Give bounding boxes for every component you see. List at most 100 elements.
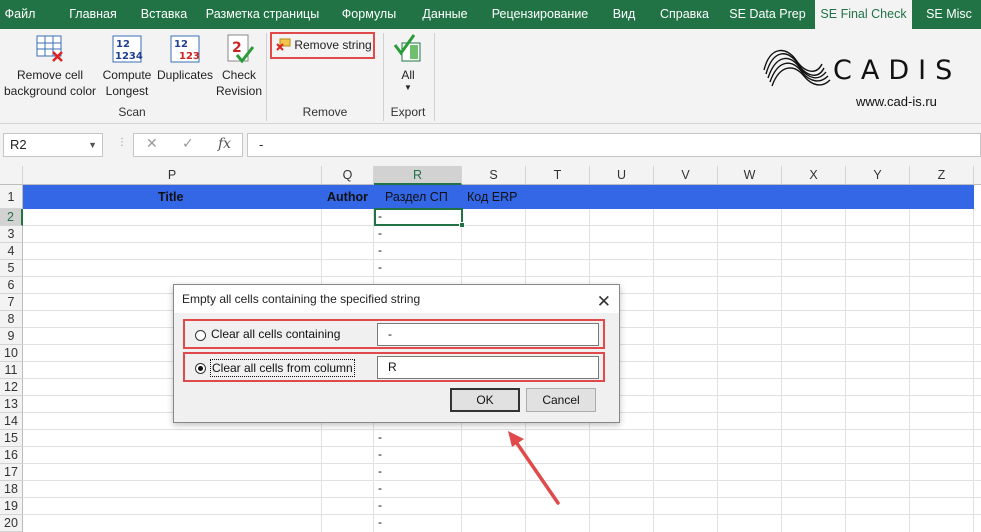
cell-value[interactable]: - xyxy=(378,464,382,478)
row-header-12[interactable]: 12 xyxy=(0,379,23,396)
radio-clear-containing[interactable] xyxy=(195,330,206,341)
radio-clear-column[interactable] xyxy=(195,363,206,374)
tab-data[interactable]: Данные xyxy=(415,0,475,29)
column-header-s[interactable]: S xyxy=(462,166,526,185)
cell-value[interactable]: - xyxy=(378,226,382,240)
cell-value[interactable]: - xyxy=(378,260,382,274)
duplicates-button[interactable]: 12 123 Duplicates xyxy=(157,33,213,83)
cell-value[interactable]: - xyxy=(378,243,382,257)
tab-se-data-prep[interactable]: SE Data Prep xyxy=(725,0,810,29)
row-header-8[interactable]: 8 xyxy=(0,311,23,328)
cadis-url: www.cad-is.ru xyxy=(856,94,937,109)
more-options-icon: ⋮ xyxy=(117,137,127,148)
remove-string-button[interactable]: Remove string xyxy=(270,32,375,59)
tab-review[interactable]: Рецензирование xyxy=(485,0,595,29)
tab-page-layout[interactable]: Разметка страницы xyxy=(200,0,325,29)
fill-handle[interactable] xyxy=(459,222,465,228)
cell-kod-erp[interactable]: Код ERP xyxy=(467,190,517,204)
group-separator xyxy=(266,33,267,121)
tab-file[interactable]: Файл xyxy=(0,0,40,29)
grid-line xyxy=(23,514,981,515)
row-header-6[interactable]: 6 xyxy=(0,277,23,294)
svg-text:12: 12 xyxy=(174,39,188,50)
compute-label-2: Longest xyxy=(105,84,149,98)
row-header-11[interactable]: 11 xyxy=(0,362,23,379)
grid-line xyxy=(23,276,981,277)
column-header-v[interactable]: V xyxy=(654,166,718,185)
cancel-button[interactable]: Cancel xyxy=(526,388,596,412)
cell-value[interactable]: - xyxy=(378,498,382,512)
row-header-19[interactable]: 19 xyxy=(0,498,23,515)
column-input[interactable]: R xyxy=(377,356,599,379)
column-header-p[interactable]: P xyxy=(23,166,322,185)
active-cell-r2[interactable] xyxy=(374,208,465,228)
option-column-label[interactable]: Clear all cells from column xyxy=(210,359,355,377)
column-header-y[interactable]: Y xyxy=(846,166,910,185)
close-icon[interactable]: ✕ xyxy=(597,288,611,316)
svg-text:2: 2 xyxy=(232,40,242,56)
compute-longest-button[interactable]: 12 1234 Compute Longest xyxy=(100,33,154,99)
export-all-button[interactable]: All ▼ xyxy=(390,33,426,93)
check-revision-button[interactable]: 2 Check Revision xyxy=(214,33,264,99)
select-all-corner[interactable] xyxy=(0,166,23,185)
tab-insert[interactable]: Вставка xyxy=(134,0,194,29)
cell-value[interactable]: - xyxy=(378,447,382,461)
enter-icon[interactable]: ✓ xyxy=(182,136,194,152)
option-column-row: Clear all cells from column R xyxy=(183,352,605,382)
row-header-10[interactable]: 10 xyxy=(0,345,23,362)
column-header-x[interactable]: X xyxy=(782,166,846,185)
cell-author[interactable]: Author xyxy=(327,190,368,204)
column-header-w[interactable]: W xyxy=(718,166,782,185)
row-header-5[interactable]: 5 xyxy=(0,260,23,277)
tab-view[interactable]: Вид xyxy=(604,0,644,29)
check-revision-icon: 2 xyxy=(227,34,255,64)
column-header-t[interactable]: T xyxy=(526,166,590,185)
cell-value[interactable]: - xyxy=(378,481,382,495)
option-containing-label[interactable]: Clear all cells containing xyxy=(210,326,341,342)
row-header-1[interactable]: 1 xyxy=(0,185,23,209)
ok-button[interactable]: OK xyxy=(450,388,520,412)
dropdown-caret-icon: ▼ xyxy=(404,83,412,92)
tab-se-final-check[interactable]: SE Final Check xyxy=(815,0,912,29)
row-header-3[interactable]: 3 xyxy=(0,226,23,243)
string-input[interactable]: - xyxy=(377,323,599,346)
svg-text:1234: 1234 xyxy=(115,51,143,62)
tab-help[interactable]: Справка xyxy=(652,0,717,29)
duplicates-icon: 12 123 xyxy=(170,35,200,63)
remove-string-icon xyxy=(276,38,291,51)
export-all-label: All xyxy=(401,68,415,82)
group-label-export: Export xyxy=(390,105,426,119)
column-header-z[interactable]: Z xyxy=(910,166,974,185)
chevron-down-icon[interactable]: ▼ xyxy=(88,134,97,156)
cell-razdel[interactable]: Раздел СП xyxy=(385,190,448,204)
tab-formulas[interactable]: Формулы xyxy=(333,0,405,29)
row-header-14[interactable]: 14 xyxy=(0,413,23,430)
row-header-9[interactable]: 9 xyxy=(0,328,23,345)
cell-value[interactable]: - xyxy=(378,515,382,529)
row-header-16[interactable]: 16 xyxy=(0,447,23,464)
name-box[interactable]: R2 ▼ xyxy=(3,133,103,157)
formula-input[interactable]: - xyxy=(247,133,981,157)
row-header-13[interactable]: 13 xyxy=(0,396,23,413)
insert-function-icon[interactable]: fx xyxy=(218,136,231,152)
row-header-20[interactable]: 20 xyxy=(0,515,23,532)
remove-string-dialog: Empty all cells containing the specified… xyxy=(173,284,620,423)
row-header-4[interactable]: 4 xyxy=(0,243,23,260)
tab-home[interactable]: Главная xyxy=(58,0,128,29)
remove-bg-label-1: Remove cell xyxy=(16,68,84,82)
column-header-u[interactable]: U xyxy=(590,166,654,185)
row-header-15[interactable]: 15 xyxy=(0,430,23,447)
name-box-value: R2 xyxy=(10,137,27,152)
cancel-icon[interactable]: ✕ xyxy=(146,136,158,152)
row-header-17[interactable]: 17 xyxy=(0,464,23,481)
cell-value[interactable]: - xyxy=(378,430,382,444)
column-header-q[interactable]: Q xyxy=(322,166,374,185)
row-header-18[interactable]: 18 xyxy=(0,481,23,498)
row-header-7[interactable]: 7 xyxy=(0,294,23,311)
cell-title[interactable]: Title xyxy=(158,190,183,204)
column-header-r[interactable]: R xyxy=(374,166,462,185)
dialog-title-text: Empty all cells containing the specified… xyxy=(182,292,421,306)
remove-cell-background-button[interactable]: Remove cell background color xyxy=(2,33,98,99)
row-header-2[interactable]: 2 xyxy=(0,209,23,226)
tab-se-misc[interactable]: SE Misc xyxy=(920,0,978,29)
